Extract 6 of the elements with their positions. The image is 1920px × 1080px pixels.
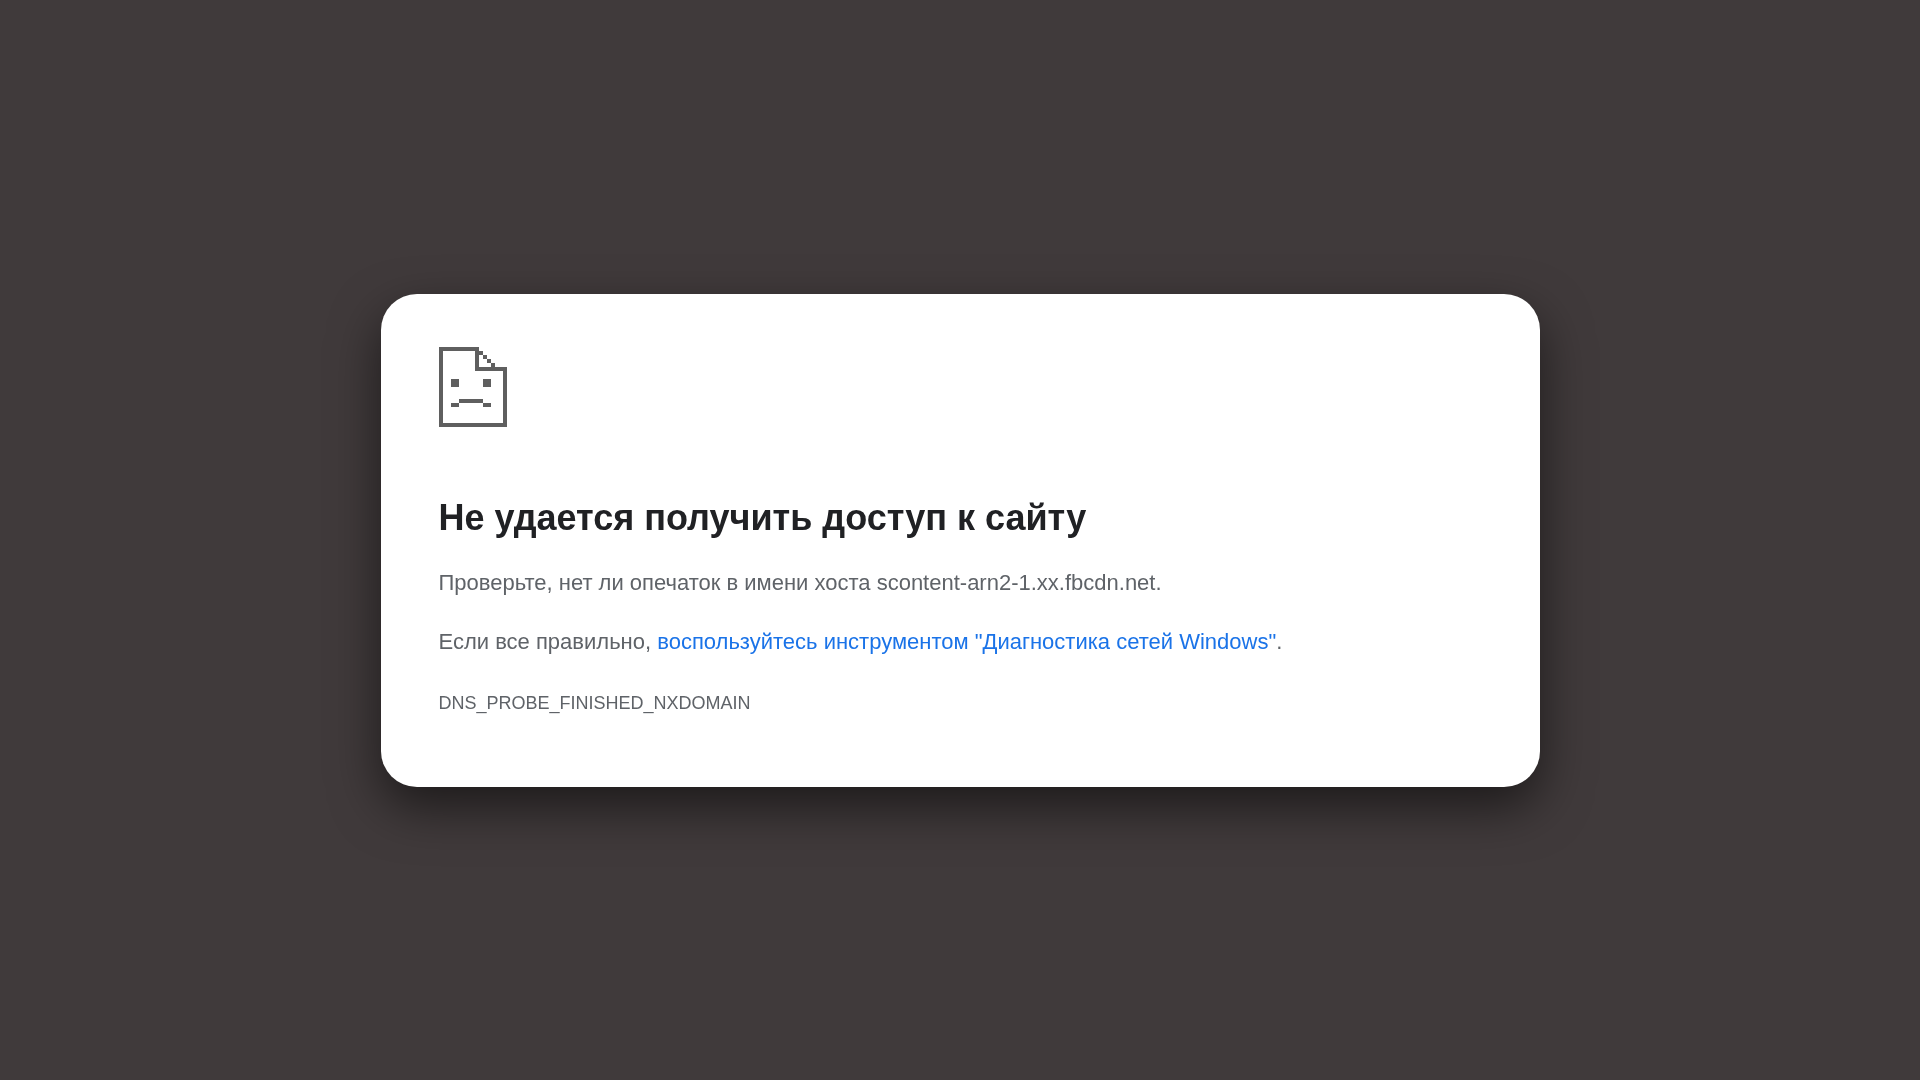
sad-page-icon (438, 346, 507, 429)
suggestion-text: Если все правильно, воспользуйтесь инструментом "Диагностика сетей Windows". (438, 627, 1284, 656)
error-heading: Не удается получить доступ к сайту (438, 495, 1088, 540)
network-diagnostics-link[interactable]: воспользуйтесь инструментом "Диагностика сетей Windows" (657, 628, 1277, 654)
error-code: DNS_PROBE_FINISHED_NXDOMAIN (438, 691, 752, 716)
hint-text: Проверьте, нет ли опечаток в имени хоста scontent-arn2-1.xx.fbcdn.net. (438, 568, 1163, 597)
